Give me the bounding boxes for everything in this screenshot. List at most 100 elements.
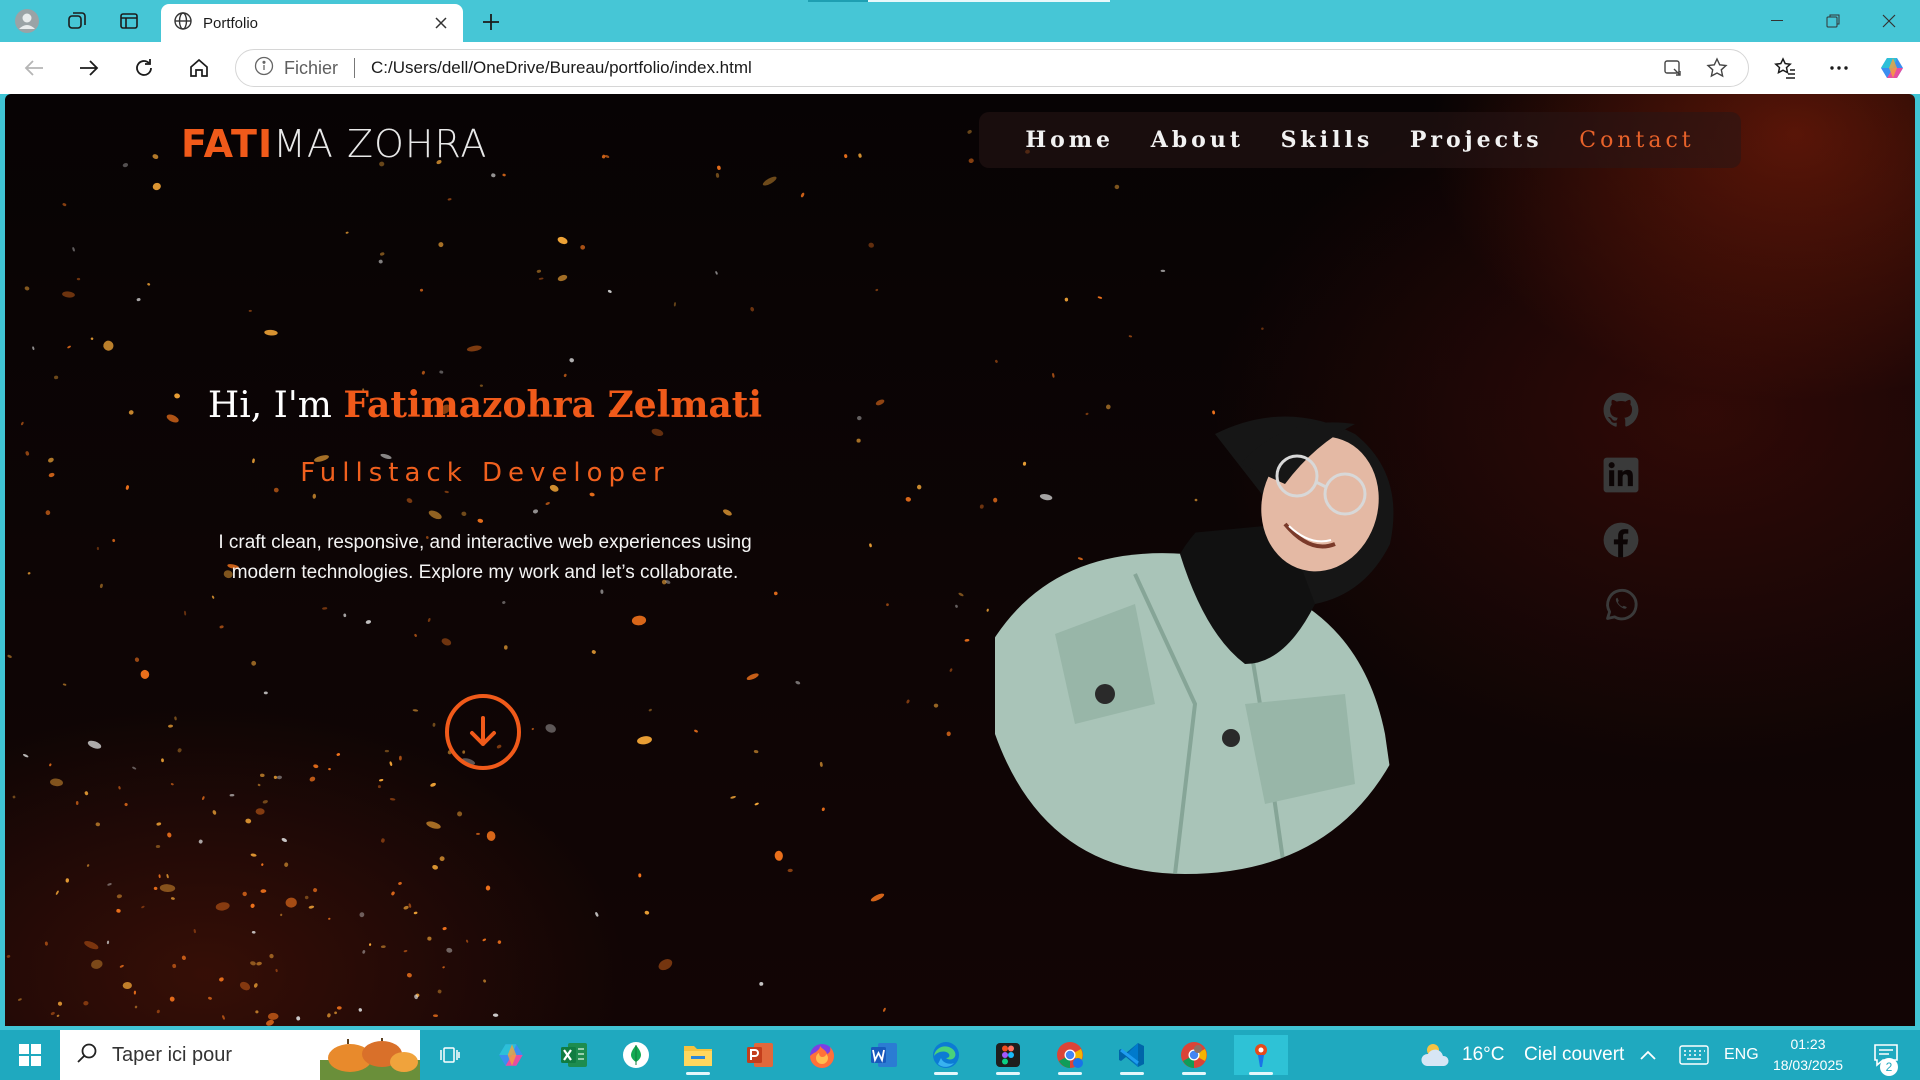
spark: [715, 271, 718, 275]
back-button[interactable]: [18, 52, 50, 84]
workspaces-icon[interactable]: [64, 8, 90, 34]
tab-portfolio[interactable]: Portfolio: [161, 4, 463, 42]
spark: [754, 802, 759, 806]
spark: [591, 650, 596, 654]
menu-contact[interactable]: Contact: [1579, 128, 1694, 153]
spark: [280, 913, 283, 917]
start-button[interactable]: [8, 1035, 52, 1075]
spark: [327, 1013, 331, 1018]
spark: [334, 1011, 337, 1015]
linkedin-icon[interactable]: [1601, 455, 1641, 495]
spark: [563, 373, 567, 378]
profile-photo: [995, 416, 1405, 874]
spark: [49, 763, 52, 767]
copilot-icon[interactable]: [1877, 52, 1909, 84]
taskbar-search[interactable]: Taper ici pour: [60, 1030, 420, 1080]
close-window-button[interactable]: [1866, 8, 1912, 34]
spark: [118, 786, 121, 790]
refresh-button[interactable]: [128, 52, 160, 84]
excel-icon[interactable]: [552, 1035, 596, 1075]
spark: [905, 496, 911, 502]
figma-icon[interactable]: [986, 1035, 1030, 1075]
copilot-taskbar-icon[interactable]: [490, 1035, 534, 1075]
menu-projects[interactable]: Projects: [1410, 127, 1543, 153]
site-logo[interactable]: FATIMA ZOHRA: [181, 122, 487, 166]
weather-temp[interactable]: 16°C: [1462, 1044, 1504, 1066]
spark: [384, 749, 389, 753]
spark: [958, 592, 964, 597]
whatsapp-icon[interactable]: [1601, 585, 1641, 625]
weather-icon[interactable]: [1414, 1035, 1458, 1075]
spark: [67, 345, 71, 349]
favorite-star-icon[interactable]: [1704, 55, 1730, 81]
spark: [883, 1007, 886, 1012]
profile-icon[interactable]: [14, 8, 40, 34]
spark: [158, 874, 161, 879]
file-explorer-icon[interactable]: [676, 1035, 720, 1075]
home-button[interactable]: [183, 52, 215, 84]
restore-button[interactable]: [1810, 8, 1856, 34]
spark: [439, 856, 445, 862]
chevron-up-icon[interactable]: [1626, 1035, 1670, 1075]
spark: [336, 753, 341, 756]
edge-icon[interactable]: [924, 1035, 968, 1075]
mongodb-icon[interactable]: [614, 1035, 658, 1075]
spark: [248, 309, 252, 312]
facebook-icon[interactable]: [1601, 520, 1641, 560]
spark: [54, 375, 59, 380]
address-bar[interactable]: Fichier C:/Users/dell/OneDrive/Bureau/po…: [235, 49, 1749, 87]
spark: [638, 873, 642, 878]
spark: [658, 959, 673, 971]
menu-about[interactable]: About: [1151, 127, 1244, 153]
vscode-icon[interactable]: [1110, 1035, 1154, 1075]
clock-date: 18/03/2025: [1772, 1057, 1844, 1073]
spark: [84, 791, 89, 796]
close-tab-icon[interactable]: [431, 13, 451, 33]
spark: [391, 891, 395, 896]
menu-skills[interactable]: Skills: [1281, 127, 1374, 153]
chrome-profile-icon[interactable]: [1048, 1035, 1092, 1075]
spark: [437, 989, 442, 994]
spark: [153, 886, 158, 891]
spark: [124, 802, 128, 807]
spark: [644, 910, 650, 915]
running-indicator: [934, 1072, 958, 1075]
powerpoint-icon[interactable]: [738, 1035, 782, 1075]
spark: [136, 298, 141, 302]
running-indicator: [1249, 1072, 1273, 1075]
language-indicator[interactable]: ENG: [1724, 1046, 1759, 1064]
spark: [219, 625, 224, 629]
clock[interactable]: 01:23 18/03/2025: [1762, 1034, 1854, 1076]
minimize-button[interactable]: [1754, 8, 1800, 34]
spark: [55, 890, 59, 895]
weather-text[interactable]: Ciel couvert: [1524, 1044, 1624, 1066]
spark: [600, 589, 604, 594]
menu-home[interactable]: Home: [1025, 127, 1114, 153]
address-separator: [354, 58, 356, 78]
chrome-icon[interactable]: [1172, 1035, 1216, 1075]
app-available-icon[interactable]: [1660, 55, 1686, 81]
more-options-icon[interactable]: [1823, 52, 1855, 84]
spark: [408, 903, 412, 908]
word-icon[interactable]: [862, 1035, 906, 1075]
scroll-down-button[interactable]: [445, 694, 521, 770]
github-icon[interactable]: [1601, 390, 1641, 430]
vertical-tabs-icon[interactable]: [116, 8, 142, 34]
notification-count: 2: [1880, 1058, 1898, 1076]
info-icon[interactable]: [254, 56, 274, 81]
favorites-icon[interactable]: [1769, 52, 1801, 84]
new-tab-button[interactable]: [478, 9, 504, 35]
browser-titlebar: Portfolio: [0, 0, 1920, 42]
spark: [250, 903, 255, 908]
keyboard-icon[interactable]: [1672, 1035, 1716, 1075]
task-view-icon[interactable]: [428, 1035, 472, 1075]
spark: [433, 1014, 438, 1018]
forward-button[interactable]: [73, 52, 105, 84]
spark: [56, 1014, 60, 1017]
spark: [255, 1010, 259, 1014]
firefox-icon[interactable]: [800, 1035, 844, 1075]
active-app-icon[interactable]: [1234, 1035, 1288, 1075]
address-url[interactable]: C:/Users/dell/OneDrive/Bureau/portfolio/…: [371, 58, 1642, 78]
spark: [251, 660, 257, 666]
spark: [245, 818, 252, 824]
